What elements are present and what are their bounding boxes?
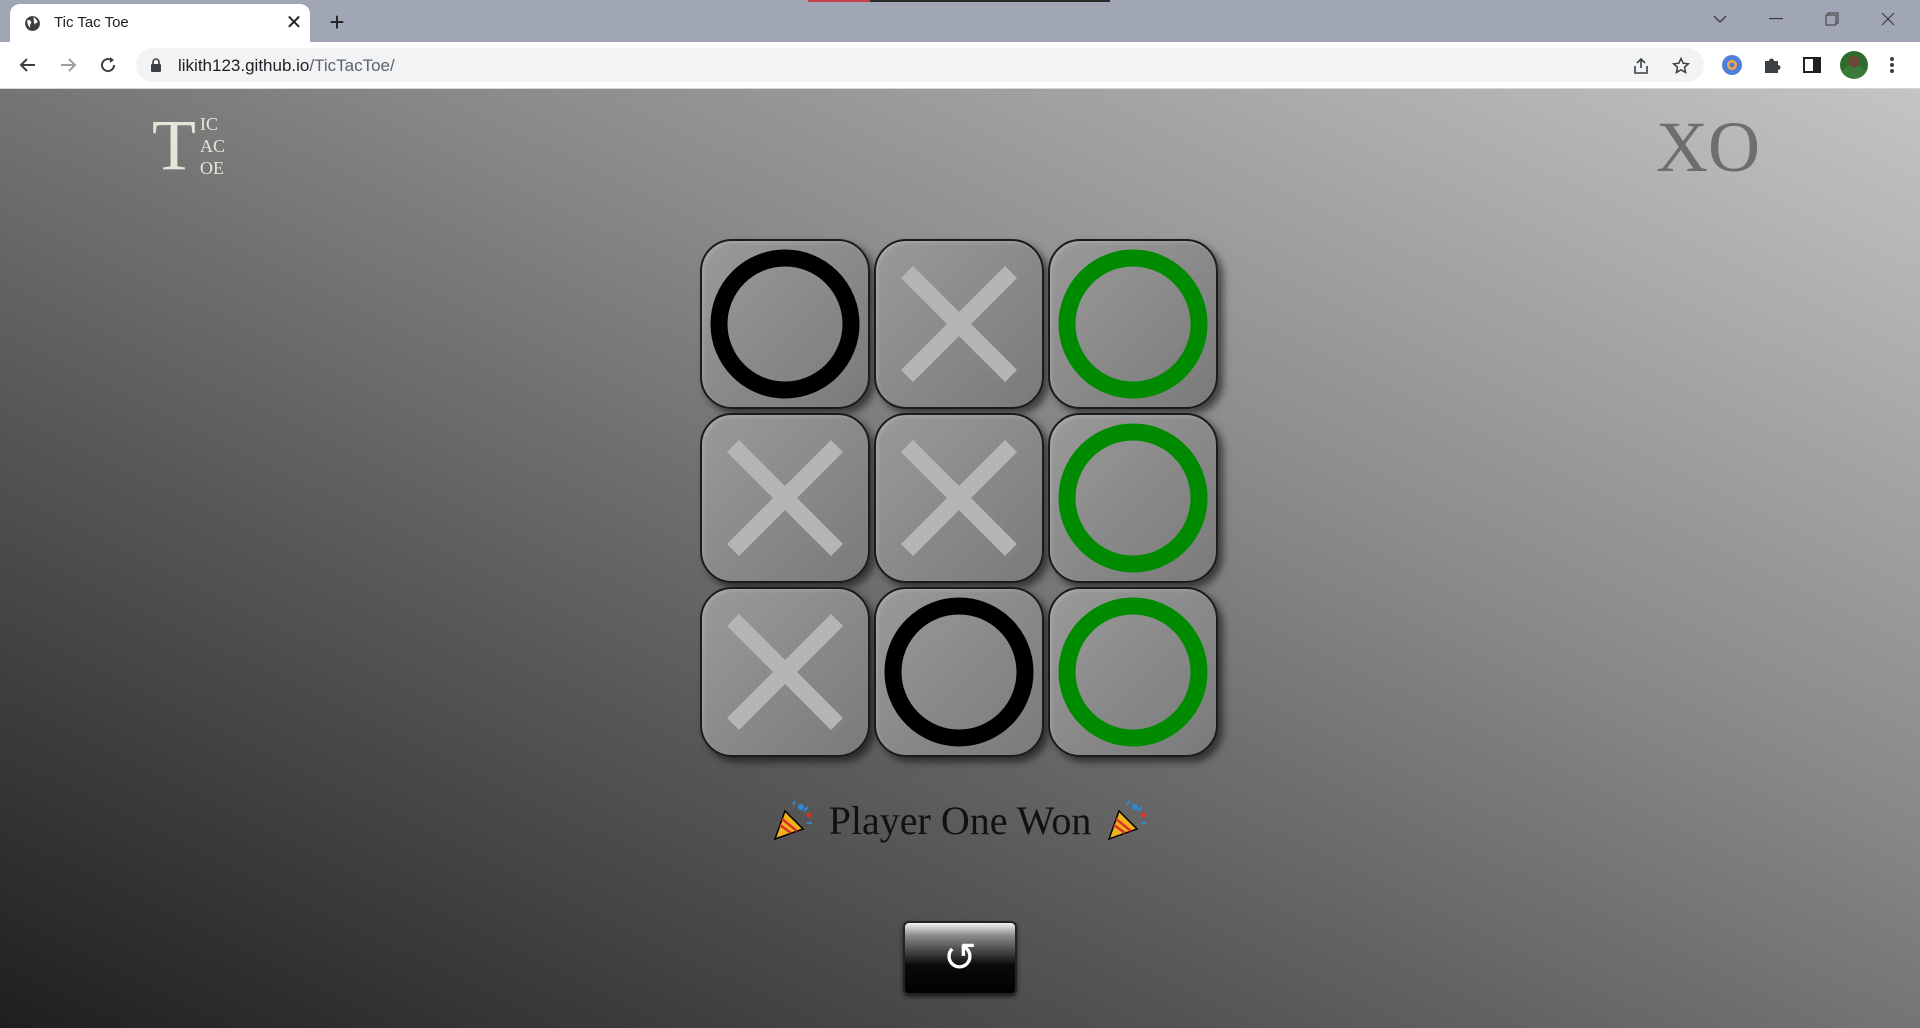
menu-kebab-icon[interactable] xyxy=(1880,53,1904,77)
forward-icon[interactable] xyxy=(54,51,82,79)
new-tab-button[interactable]: + xyxy=(322,7,352,37)
board-cell[interactable] xyxy=(1048,239,1218,409)
party-popper-icon xyxy=(1105,799,1149,843)
tab-search-icon[interactable] xyxy=(1692,0,1748,38)
url-text[interactable]: likith123.github.io/TicTacToe/ xyxy=(178,56,395,76)
x-mark-icon xyxy=(879,244,1039,404)
board-cell[interactable] xyxy=(700,239,870,409)
lock-icon[interactable] xyxy=(150,58,162,77)
url-path: /TicTacToe/ xyxy=(309,56,395,75)
address-bar[interactable]: likith123.github.io/TicTacToe/ xyxy=(136,48,1704,82)
logo-line: OE xyxy=(200,158,224,178)
o-mark-icon xyxy=(705,244,865,404)
board-cell[interactable] xyxy=(1048,413,1218,583)
close-tab-icon[interactable]: ✕ xyxy=(282,10,306,34)
party-popper-icon xyxy=(771,799,815,843)
side-panel-icon[interactable] xyxy=(1800,53,1824,77)
status-text: Player One Won xyxy=(828,798,1092,843)
browser-tab-strip: Tic Tac Toe ✕ + xyxy=(0,0,1920,42)
x-mark-icon xyxy=(879,418,1039,578)
o-mark-icon xyxy=(1053,244,1213,404)
bookmark-star-icon[interactable] xyxy=(1670,55,1692,77)
logo-line: IC xyxy=(200,114,218,134)
board-cell[interactable] xyxy=(874,239,1044,409)
share-icon[interactable] xyxy=(1630,55,1652,77)
x-mark-icon xyxy=(705,418,865,578)
tab-title: Tic Tac Toe xyxy=(54,14,129,31)
url-host: likith123.github.io xyxy=(178,56,310,75)
game-status: Player One Won xyxy=(700,793,1220,849)
minimize-icon[interactable] xyxy=(1748,0,1804,38)
logo-line: AC xyxy=(200,136,226,156)
logo-letter: T xyxy=(152,105,196,185)
game-page: T IC AC OE XO Player One Won ↺ xyxy=(0,89,1920,1028)
board-cell[interactable] xyxy=(1048,587,1218,757)
board-cell[interactable] xyxy=(874,413,1044,583)
board-cell[interactable] xyxy=(700,587,870,757)
reload-icon[interactable] xyxy=(94,51,122,79)
xo-brand: XO xyxy=(1656,107,1760,187)
game-board xyxy=(700,239,1220,759)
x-mark-icon xyxy=(705,592,865,752)
globe-icon xyxy=(24,15,41,32)
browser-toolbar: likith123.github.io/TicTacToe/ xyxy=(0,42,1920,89)
restart-icon: ↺ xyxy=(943,935,977,981)
close-window-icon[interactable] xyxy=(1860,0,1916,38)
extension-icon[interactable] xyxy=(1720,53,1744,77)
o-mark-icon xyxy=(1053,592,1213,752)
restore-icon[interactable] xyxy=(1804,0,1860,38)
o-mark-icon xyxy=(1053,418,1213,578)
o-mark-icon xyxy=(879,592,1039,752)
back-icon[interactable] xyxy=(14,51,42,79)
board-cell[interactable] xyxy=(874,587,1044,757)
profile-avatar[interactable] xyxy=(1840,51,1868,79)
browser-tab[interactable]: Tic Tac Toe ✕ xyxy=(10,4,310,42)
board-cell[interactable] xyxy=(700,413,870,583)
restart-button[interactable]: ↺ xyxy=(903,921,1017,995)
extensions-puzzle-icon[interactable] xyxy=(1760,53,1784,77)
media-indicator xyxy=(808,0,1110,2)
